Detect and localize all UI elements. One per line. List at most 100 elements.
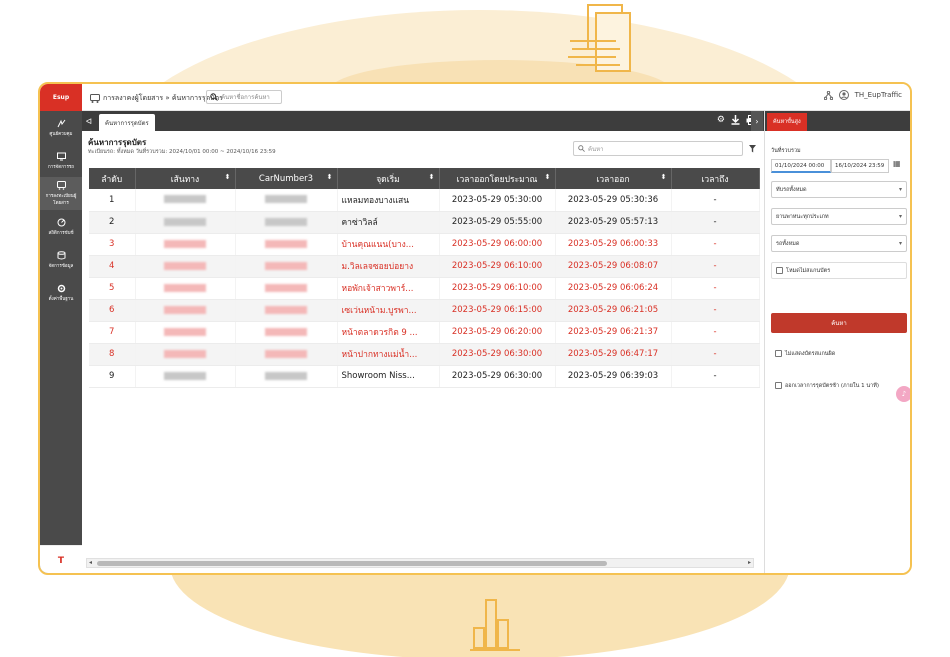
date-from-input[interactable]: 01/10/2024 00:00: [771, 159, 831, 173]
user-name[interactable]: TH_EupTraffic: [855, 91, 902, 99]
cell-start: คาซ่าวิลล์: [337, 211, 440, 234]
column-header-route[interactable]: เส้นทาง ⬍: [135, 168, 236, 189]
table-row[interactable]: 3 บ้านคุณแนน(บาง... 2023-05-29 06:00:00 202…: [89, 233, 760, 256]
table-row[interactable]: 8 หน้าปากทางแม่น้ำ... 2023-05-29 06:30:00 2…: [89, 343, 760, 366]
main-content: ค้นหาการรุดบัตร ทะเบียนรถ: ทั้งหมด วันที…: [82, 131, 764, 573]
filter-icon[interactable]: [746, 142, 758, 155]
column-header-departure[interactable]: เวลาออก ⬍: [555, 168, 672, 189]
sort-icon[interactable]: ⬍: [429, 173, 435, 181]
sort-icon[interactable]: ⬍: [661, 173, 667, 181]
redacted-value: [265, 195, 307, 204]
cell-departure: 2023-05-29 06:21:37: [555, 321, 672, 344]
column-header-start[interactable]: จุดเริ่ม ⬍: [337, 168, 440, 189]
sidebar-item-stats[interactable]: สถิติการขับขี่: [40, 210, 82, 243]
sidebar-item-tracking[interactable]: ศูนย์ควบคุม: [40, 111, 82, 144]
bus-icon: [56, 181, 66, 190]
cell-start: หน้าปากทางแม่น้ำ...: [337, 343, 440, 366]
table-row[interactable]: 6 เซเว่นหน้าม.บูรพา... 2023-05-29 06:15:00…: [89, 299, 760, 322]
cell-estimated: 2023-05-29 06:10:00: [439, 277, 556, 300]
cell-route: [135, 189, 236, 212]
column-header-carnumber[interactable]: CarNumber3 ⬍: [235, 168, 338, 189]
stats-icon: [57, 218, 65, 226]
cell-departure: 2023-05-29 05:30:36: [555, 189, 672, 212]
table-row[interactable]: 4 ม.วิลเลจซอยบ่อยาง 2023-05-29 06:10:00 202…: [89, 255, 760, 278]
redacted-value: [265, 305, 307, 314]
user-avatar-icon[interactable]: [838, 90, 849, 100]
route-select[interactable]: รถทั้งหมด ▾: [771, 235, 907, 252]
vehicle-type-value: ยานพาหนะทุกประเภท: [776, 213, 829, 220]
cell-carnumber: [235, 365, 338, 388]
table-row[interactable]: 1 แหลมทองบางแสน 2023-05-29 05:30:00 2023-05…: [89, 189, 760, 212]
cell-carnumber: [235, 277, 338, 300]
sidebar-item-data[interactable]: จัดการข้อมูล: [40, 243, 82, 276]
search-button[interactable]: ค้นหา: [771, 313, 907, 333]
table-search-input[interactable]: ค้นหา: [573, 141, 743, 156]
cell-carnumber: [235, 255, 338, 278]
brand-mark-icon[interactable]: T: [40, 545, 82, 573]
column-header-arrival[interactable]: เวลาถึง: [671, 168, 760, 189]
column-header-estimated[interactable]: เวลาออกโดยประมาณ ⬍: [439, 168, 556, 189]
table-row[interactable]: 9 Showroom Niss... 2023-05-29 06:30:00 2023…: [89, 365, 760, 388]
top-search-input[interactable]: ค้นหาชื่อการค้นหา: [206, 90, 282, 104]
sidebar-item-settings[interactable]: ตั้งค่าพื้นฐาน: [40, 276, 82, 309]
cell-carnumber: [235, 211, 338, 234]
cell-arrival: -: [671, 255, 760, 278]
route-select-value: รถทั้งหมด: [776, 240, 800, 247]
app-logo[interactable]: Esup: [40, 84, 82, 111]
redacted-value: [164, 371, 206, 380]
sidebar-item-passengers[interactable]: การลงทะเบียนผู้โดยสาร: [40, 177, 82, 210]
tab-advanced-search[interactable]: ค้นหาขั้นสูง: [767, 113, 807, 131]
cell-arrival: -: [671, 277, 760, 300]
sort-icon[interactable]: ⬍: [327, 173, 333, 181]
redacted-value: [164, 217, 206, 226]
date-to-input[interactable]: 16/10/2024 23:59: [831, 159, 889, 173]
cell-arrival: -: [671, 365, 760, 388]
cell-start: เซเว่นหน้าม.บูรพา...: [337, 299, 440, 322]
column-header-no[interactable]: ลำดับ: [89, 168, 136, 189]
vehicle-type-select[interactable]: ยานพาหนะทุกประเภท ▾: [771, 208, 907, 225]
tree-icon[interactable]: [823, 90, 833, 100]
late-scan-checkbox[interactable]: ออกเวลาการรุดบัตรช้า (ภายใน 1 นาที): [771, 377, 907, 394]
sort-icon[interactable]: ⬍: [225, 173, 231, 181]
tab-card-search[interactable]: ค้นหาการรุดบัตร: [99, 114, 155, 131]
checkbox-icon[interactable]: [775, 382, 782, 389]
tracking-icon: [57, 119, 65, 127]
redacted-value: [265, 217, 307, 226]
redacted-value: [164, 327, 206, 336]
download-icon[interactable]: [731, 115, 740, 125]
cell-no: 5: [89, 277, 136, 300]
panel-header: ค้นหาขั้นสูง: [765, 111, 910, 131]
gear-icon[interactable]: ⚙: [717, 115, 725, 125]
cell-start: แหลมทองบางแสน: [337, 189, 440, 212]
scroll-left-icon[interactable]: ◂: [89, 559, 92, 566]
floating-help-icon[interactable]: ♪: [896, 386, 910, 402]
checkbox-icon[interactable]: [775, 350, 782, 357]
scrollbar-thumb[interactable]: [97, 561, 607, 566]
chevron-down-icon: ▾: [898, 213, 902, 220]
vehicle-select[interactable]: ทับรถทั้งหมด ▾: [771, 181, 907, 198]
cell-estimated: 2023-05-29 06:00:00: [439, 233, 556, 256]
sidebar-item-label: การจัดการรถ: [47, 164, 75, 170]
calendar-icon[interactable]: ▦: [893, 159, 901, 168]
table-row[interactable]: 5 หอพักเจ้าสาวพาร์... 2023-05-29 06:10:00 2…: [89, 277, 760, 300]
unscanned-checkbox[interactable]: โหมดไม่สแกนบัตร: [771, 262, 907, 279]
collapse-panel-button[interactable]: ›: [751, 111, 763, 131]
cell-start: ม.วิลเลจซอยบ่อยาง: [337, 255, 440, 278]
cell-route: [135, 321, 236, 344]
cell-arrival: -: [671, 321, 760, 344]
horizontal-scrollbar[interactable]: ◂ ▸: [86, 558, 754, 568]
table-header-row: ลำดับ เส้นทาง ⬍ CarNumber3 ⬍ จุดเริ่ม ⬍ เวล…: [89, 168, 760, 189]
results-table: ลำดับ เส้นทาง ⬍ CarNumber3 ⬍ จุดเริ่ม ⬍ เวล…: [89, 168, 760, 388]
scroll-right-icon[interactable]: ▸: [748, 559, 751, 566]
table-row[interactable]: 2 คาซ่าวิลล์ 2023-05-29 05:55:00 2023-05-29…: [89, 211, 760, 234]
redacted-value: [164, 239, 206, 248]
collapse-sidebar-button[interactable]: ᐊ: [82, 111, 96, 131]
sidebar-item-vehicles[interactable]: การจัดการรถ: [40, 144, 82, 177]
sort-icon[interactable]: ⬍: [545, 173, 551, 181]
table-row[interactable]: 7 หน้าตลาดวรกิต 9 ... 2023-05-29 06:20:00 2…: [89, 321, 760, 344]
checkbox-icon[interactable]: [776, 267, 783, 274]
checkbox-label: ออกเวลาการรุดบัตรช้า (ภายใน 1 นาที): [785, 382, 879, 389]
sidebar-item-label: ศูนย์ควบคุม: [49, 131, 73, 137]
hide-wrong-scan-checkbox[interactable]: ไม่แสดงบัตรสแกนผิด: [771, 345, 907, 362]
breadcrumb-text[interactable]: การลงาคงผู้โดยสาร » ค้นหาการรุดบัตร: [103, 93, 223, 104]
